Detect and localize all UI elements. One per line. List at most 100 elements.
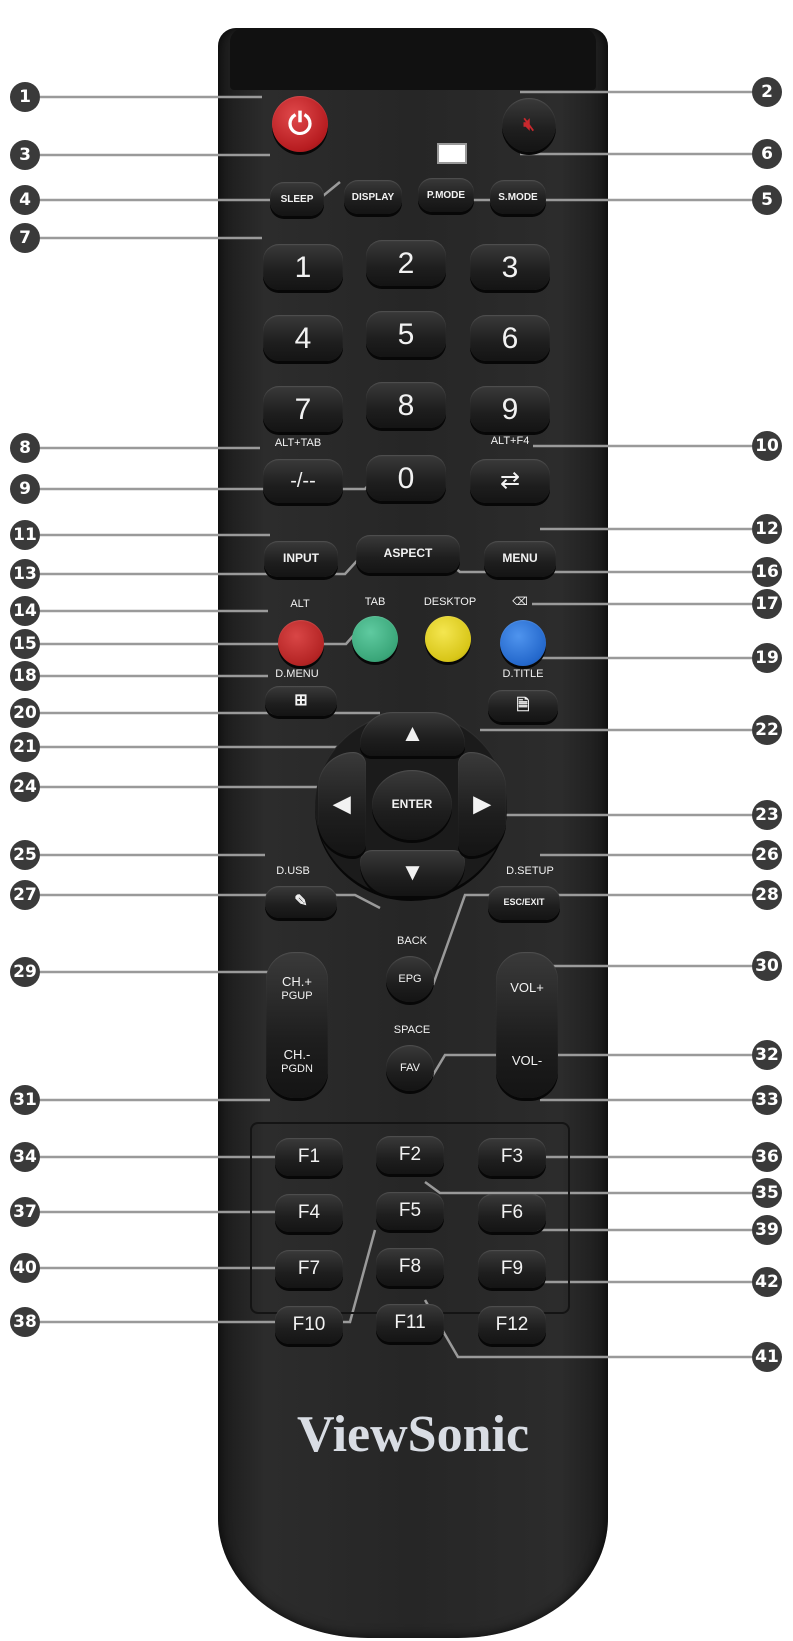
vol-plus-label[interactable]: VOL+ (510, 981, 544, 996)
green-button[interactable] (352, 616, 398, 662)
digit-2-button[interactable]: 2 (366, 240, 446, 286)
callout-41: 41 (752, 1342, 782, 1372)
digit-8-button[interactable]: 8 (366, 382, 446, 428)
f10-button[interactable]: F10 (275, 1306, 343, 1344)
callout-11: 11 (10, 520, 40, 550)
mute-button[interactable]: 🔇︎ (502, 98, 556, 152)
alt-tab-label: ALT+TAB (274, 437, 322, 449)
left-button[interactable]: ◀ (318, 752, 366, 856)
f6-button[interactable]: F6 (478, 1194, 546, 1232)
pgup-label: PGUP (281, 989, 313, 1002)
enter-button[interactable]: ENTER (372, 770, 452, 840)
title-button[interactable]: 🗎︎ (488, 690, 558, 722)
dusb-label: D.USB (276, 865, 310, 877)
windows-button[interactable]: ⊞ (265, 686, 337, 716)
callout-37: 37 (10, 1197, 40, 1227)
document-icon: 🗎︎ (516, 697, 530, 715)
dtitle-label: D.TITLE (502, 668, 544, 680)
mute-icon: 🔇︎ (523, 114, 535, 135)
return-arrow-icon: ⇄ (499, 466, 521, 494)
pgdn-label: PGDN (281, 1062, 313, 1075)
f7-button[interactable]: F7 (275, 1250, 343, 1288)
callout-1: 1 (10, 82, 40, 112)
remote-control-diagram: ⏻ 🔇︎ SLEEP DISPLAY P.MODE S.MODE 1 2 3 4… (0, 0, 793, 1641)
sleep-button[interactable]: SLEEP (270, 182, 324, 216)
f8-button[interactable]: F8 (376, 1248, 444, 1286)
down-arrow-icon: ▼ (400, 858, 425, 886)
alt-label: ALT (290, 598, 310, 610)
f3-button[interactable]: F3 (478, 1138, 546, 1176)
callout-22: 22 (752, 715, 782, 745)
callout-29: 29 (10, 957, 40, 987)
input-button[interactable]: INPUT (264, 541, 338, 577)
callout-3: 3 (10, 140, 40, 170)
digit-0-button[interactable]: 0 (366, 455, 446, 501)
callout-5: 5 (752, 185, 782, 215)
yellow-button[interactable] (425, 616, 471, 662)
epg-button[interactable]: EPG (386, 956, 434, 1002)
up-arrow-icon: ▲ (400, 719, 425, 747)
f4-button[interactable]: F4 (275, 1194, 343, 1232)
aspect-button[interactable]: ASPECT (356, 535, 460, 573)
vol-minus-label[interactable]: VOL- (512, 1054, 542, 1069)
fav-button[interactable]: FAV (386, 1045, 434, 1091)
dsetup-label: D.SETUP (506, 865, 554, 877)
f9-button[interactable]: F9 (478, 1250, 546, 1288)
menu-button[interactable]: MENU (484, 541, 556, 577)
backspace-label: ⌫ (512, 596, 528, 608)
callout-25: 25 (10, 840, 40, 870)
brand-logo: ViewSonic (296, 1406, 530, 1463)
f1-button[interactable]: F1 (275, 1138, 343, 1176)
digit-1-button[interactable]: 1 (263, 244, 343, 290)
digit-5-button[interactable]: 5 (366, 311, 446, 357)
up-button[interactable]: ▲ (360, 712, 465, 756)
callout-31: 31 (10, 1085, 40, 1115)
f5-button[interactable]: F5 (376, 1192, 444, 1230)
power-button[interactable]: ⏻ (272, 96, 328, 152)
callout-2: 2 (752, 77, 782, 107)
dash-button[interactable]: -/-- (263, 459, 343, 503)
usb-button[interactable]: ✎ (265, 886, 337, 918)
callout-40: 40 (10, 1253, 40, 1283)
digit-9-button[interactable]: 9 (470, 386, 550, 432)
callout-35: 35 (752, 1178, 782, 1208)
digit-7-button[interactable]: 7 (263, 386, 343, 432)
callout-4: 4 (10, 185, 40, 215)
callout-26: 26 (752, 840, 782, 870)
callout-16: 16 (752, 557, 782, 587)
display-button[interactable]: DISPLAY (344, 180, 402, 214)
channel-rocker[interactable]: CH.+ PGUP CH.- PGDN (266, 952, 328, 1098)
return-button[interactable]: ⇄ (470, 459, 550, 503)
esc-exit-button[interactable]: ESC/EXIT (488, 886, 560, 920)
callout-8: 8 (10, 433, 40, 463)
ch-up-group[interactable]: CH.+ PGUP (281, 974, 313, 1002)
f12-button[interactable]: F12 (478, 1306, 546, 1344)
digit-3-button[interactable]: 3 (470, 244, 550, 290)
pen-icon: ✎ (294, 893, 308, 911)
callout-23: 23 (752, 800, 782, 830)
ch-minus-label: CH.- (283, 1047, 311, 1063)
callout-42: 42 (752, 1267, 782, 1297)
red-button[interactable] (278, 620, 324, 666)
callout-7: 7 (10, 223, 40, 253)
callout-18: 18 (10, 661, 40, 691)
blue-button[interactable] (500, 620, 546, 666)
f11-button[interactable]: F11 (376, 1304, 444, 1342)
callout-17: 17 (752, 589, 782, 619)
right-arrow-icon: ▶ (473, 790, 491, 816)
ch-down-group[interactable]: CH.- PGDN (281, 1047, 313, 1075)
callout-20: 20 (10, 698, 40, 728)
callout-30: 30 (752, 951, 782, 981)
right-button[interactable]: ▶ (458, 752, 506, 856)
smode-button[interactable]: S.MODE (490, 180, 546, 214)
digit-4-button[interactable]: 4 (263, 315, 343, 361)
digit-6-button[interactable]: 6 (470, 315, 550, 361)
callout-27: 27 (10, 880, 40, 910)
pmode-button[interactable]: P.MODE (418, 178, 474, 212)
power-icon: ⏻ (288, 107, 312, 141)
callout-19: 19 (752, 643, 782, 673)
volume-rocker[interactable]: VOL+ VOL- (496, 952, 558, 1098)
callout-39: 39 (752, 1215, 782, 1245)
down-button[interactable]: ▼ (360, 850, 465, 896)
f2-button[interactable]: F2 (376, 1136, 444, 1174)
